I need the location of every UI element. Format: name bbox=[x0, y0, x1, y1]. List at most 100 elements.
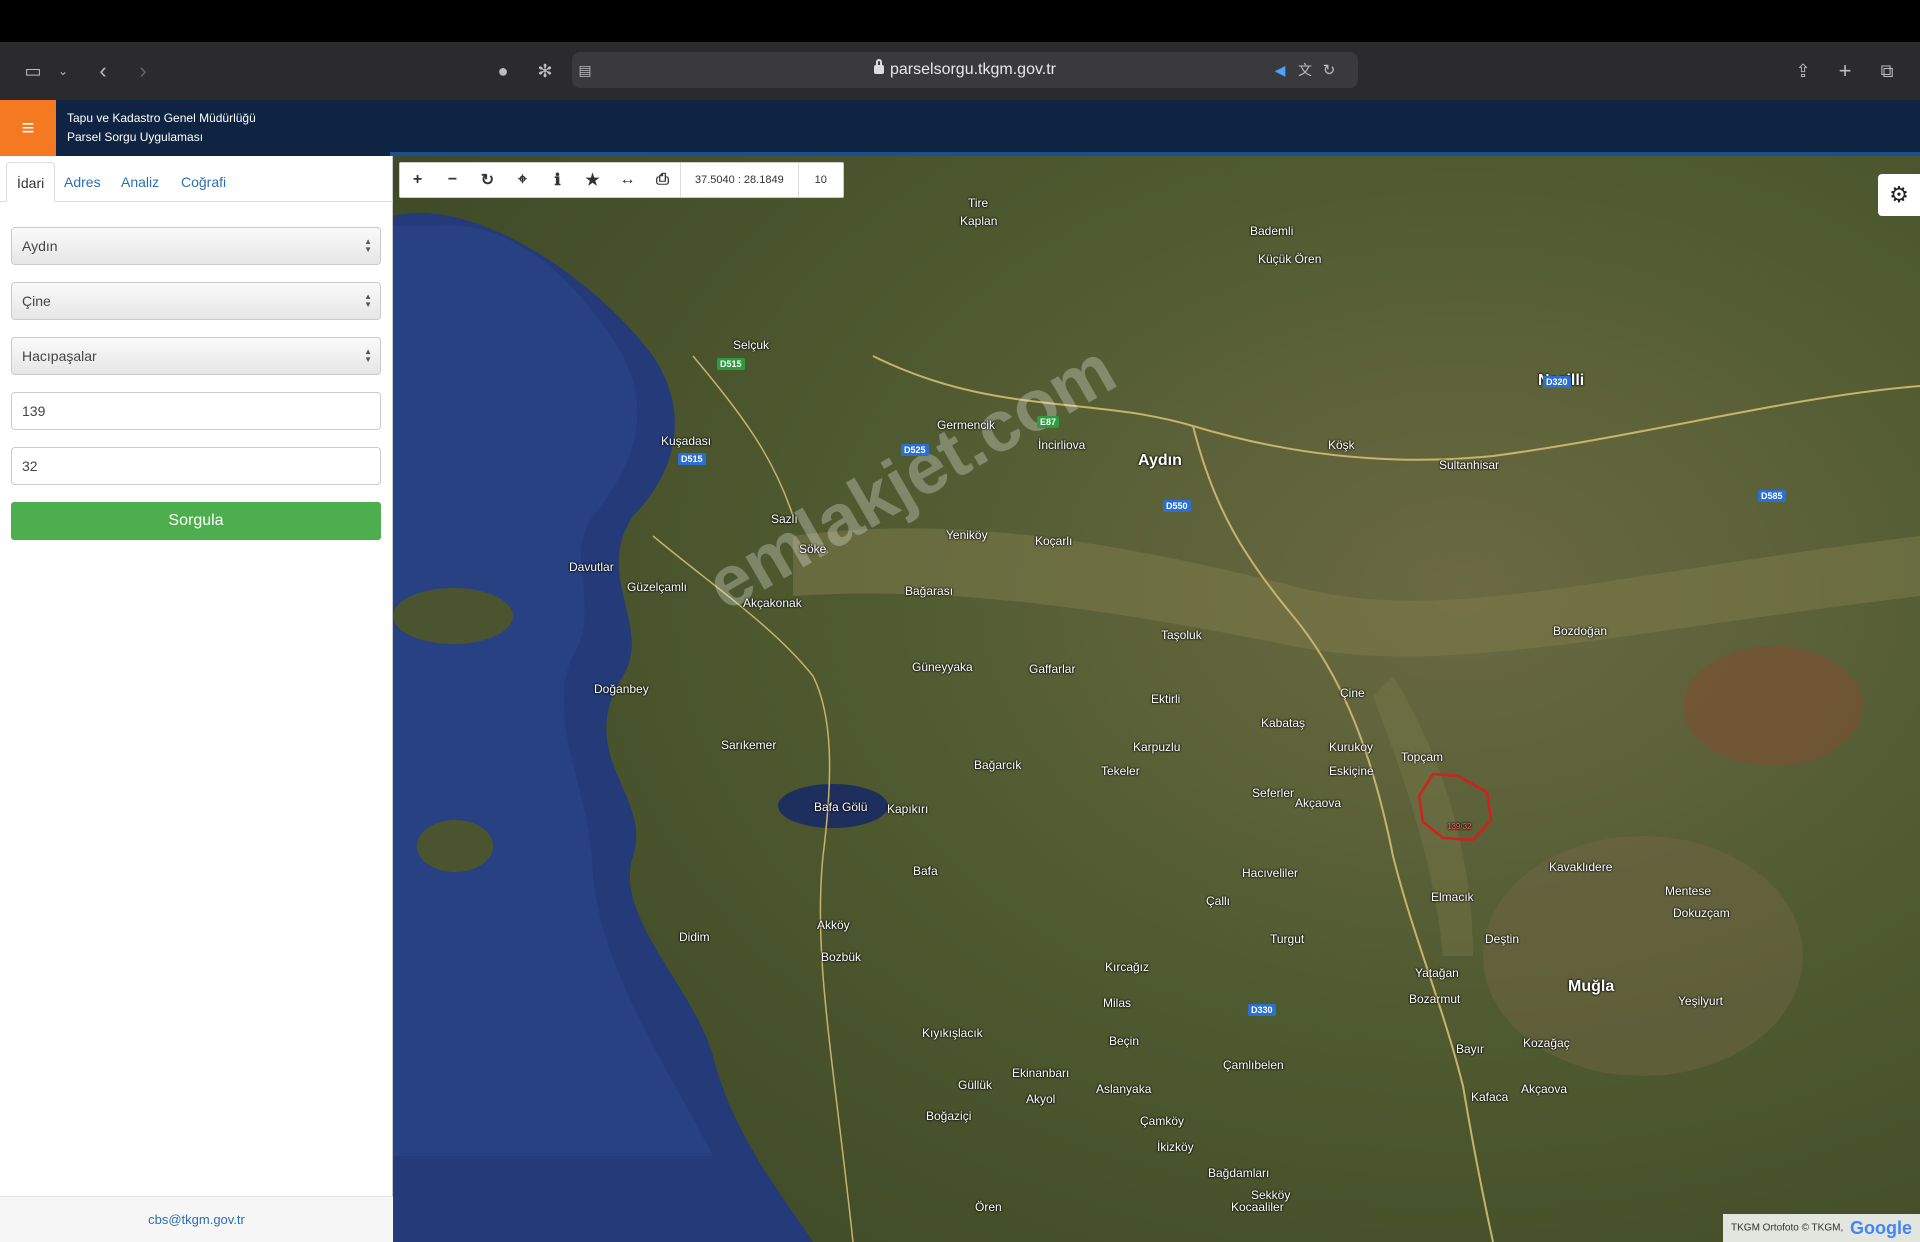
place-label: Kocaaliler bbox=[1231, 1200, 1284, 1214]
parsel-input[interactable]: 32 bbox=[11, 447, 381, 485]
place-label: Sazlı bbox=[771, 512, 798, 526]
place-label: Bafa bbox=[913, 864, 938, 878]
url-text: parselsorgu.tkgm.gov.tr bbox=[890, 61, 1056, 78]
il-select[interactable]: Aydın ▲ ▼ bbox=[11, 227, 381, 265]
place-label: İncirliova bbox=[1038, 438, 1086, 452]
place-label: Karpuzlu bbox=[1133, 740, 1181, 754]
place-label: Bozarmut bbox=[1409, 992, 1461, 1006]
app-title-line2: Parsel Sorgu Uygulaması bbox=[67, 130, 204, 144]
place-label: Bafa Gölü bbox=[814, 800, 868, 814]
place-label: Kıyıkışlacık bbox=[922, 1026, 983, 1040]
place-label: Kozağaç bbox=[1523, 1036, 1570, 1050]
zoom-in-icon[interactable]: + bbox=[400, 163, 435, 197]
tab-cografi[interactable]: Coğrafi bbox=[171, 162, 236, 202]
ada-input[interactable]: 139 bbox=[11, 392, 381, 430]
place-label: Mentese bbox=[1665, 884, 1712, 898]
place-label: Germencik bbox=[937, 418, 996, 432]
place-label: Köşk bbox=[1328, 438, 1355, 452]
sorgula-button[interactable]: Sorgula bbox=[11, 502, 381, 540]
place-label: Çine bbox=[1340, 686, 1365, 700]
select-arrows-icon: ▲ ▼ bbox=[364, 237, 372, 254]
place-label: Bayır bbox=[1456, 1042, 1485, 1056]
star-icon[interactable]: ★ bbox=[575, 163, 610, 197]
reload-icon[interactable]: ↻ bbox=[1314, 55, 1344, 85]
place-label: Turgut bbox=[1270, 932, 1305, 946]
place-label: Kabataş bbox=[1261, 716, 1306, 730]
place-label: Bozbük bbox=[821, 950, 862, 964]
place-label: Yeniköy bbox=[946, 528, 988, 542]
map-view[interactable]: emlakjet.com Aydın Nazilli Muğla Kuşadas… bbox=[393, 156, 1920, 1242]
ada-value: 139 bbox=[22, 403, 46, 419]
place-label: Akyol bbox=[1026, 1092, 1056, 1106]
map-attribution: TKGM Ortofoto © TKGM, Google bbox=[1723, 1214, 1920, 1242]
place-label: Kafaca bbox=[1471, 1090, 1509, 1104]
zoom-out-icon[interactable]: − bbox=[435, 163, 470, 197]
extension-icon[interactable]: ✻ bbox=[530, 56, 560, 86]
place-label: Akköy bbox=[817, 918, 850, 932]
place-label: Dokuzçam bbox=[1673, 906, 1730, 920]
place-label: Muğla bbox=[1568, 978, 1615, 995]
locate-icon[interactable]: ⌖ bbox=[505, 163, 540, 197]
place-label: Boğaziçi bbox=[926, 1109, 972, 1123]
query-sidebar: İdari Adres Analiz Coğrafi Aydın ▲ ▼ Çine… bbox=[0, 156, 393, 1242]
app-title: Tapu ve Kadastro Genel Müdürlüğü Parsel … bbox=[67, 109, 256, 147]
road-shield: D585 bbox=[1758, 490, 1786, 502]
place-label: Taşoluk bbox=[1161, 628, 1202, 642]
measure-icon[interactable]: ↔ bbox=[610, 163, 645, 197]
place-label: Küçük Ören bbox=[1258, 252, 1322, 266]
place-label: Yeşilyurt bbox=[1678, 994, 1723, 1008]
tab-idari[interactable]: İdari bbox=[6, 162, 56, 202]
place-label: Didim bbox=[679, 930, 710, 944]
place-label: Milas bbox=[1103, 996, 1132, 1010]
place-label: Seferler bbox=[1252, 786, 1295, 800]
forward-icon[interactable]: › bbox=[128, 56, 158, 86]
mahalle-select[interactable]: Hacıpaşalar ▲ ▼ bbox=[11, 337, 381, 375]
ilce-value: Çine bbox=[22, 293, 51, 309]
chevron-down-icon[interactable]: ⌄ bbox=[48, 56, 78, 86]
place-label: Güneyyaka bbox=[912, 660, 973, 674]
coordinate-readout: 37.5040 : 28.1849 bbox=[680, 163, 798, 197]
place-label: Çamköy bbox=[1140, 1114, 1185, 1128]
place-label: Güllük bbox=[958, 1078, 993, 1092]
ilce-select[interactable]: Çine ▲ ▼ bbox=[11, 282, 381, 320]
menu-icon[interactable]: ≡ bbox=[0, 100, 56, 156]
place-label: Bozdoğan bbox=[1553, 624, 1608, 638]
place-label: Ören bbox=[975, 1200, 1002, 1214]
info-icon[interactable]: ℹ bbox=[540, 163, 575, 197]
place-label: Akçaova bbox=[1521, 1082, 1568, 1096]
address-bar[interactable]: ▤ parselsorgu.tkgm.gov.tr ◀ 文 ↻ bbox=[572, 52, 1358, 88]
share-icon[interactable]: ⇪ bbox=[1788, 56, 1818, 86]
app-title-line1: Tapu ve Kadastro Genel Müdürlüğü bbox=[67, 111, 256, 125]
place-label: Sultanhisar bbox=[1439, 458, 1500, 472]
back-icon[interactable]: ‹ bbox=[88, 56, 118, 86]
new-tab-icon[interactable]: + bbox=[1830, 56, 1860, 86]
footer-email-link[interactable]: cbs@tkgm.gov.tr bbox=[0, 1196, 393, 1242]
place-label: Doğanbey bbox=[594, 682, 649, 696]
place-label: Kırcağız bbox=[1105, 960, 1150, 974]
refresh-icon[interactable]: ↻ bbox=[470, 163, 505, 197]
tab-analiz[interactable]: Analiz bbox=[111, 162, 169, 202]
place-label: Bademli bbox=[1250, 224, 1294, 238]
place-label: Koçarlı bbox=[1035, 534, 1073, 548]
place-label: Ekinanbarı bbox=[1012, 1066, 1070, 1080]
browser-toolbar: ▭ ⌄ ‹ › ● ✻ ▤ parselsorgu.tkgm.gov.tr ◀ … bbox=[0, 42, 1920, 100]
place-label: Ektirli bbox=[1151, 692, 1181, 706]
place-label: Eskiçine bbox=[1329, 764, 1374, 778]
place-label: Beçin bbox=[1109, 1034, 1140, 1048]
shield-icon[interactable]: ● bbox=[488, 56, 518, 86]
road-shield: D515 bbox=[678, 453, 706, 465]
road-shield: D515 bbox=[717, 358, 745, 370]
place-label: Topçam bbox=[1401, 750, 1444, 764]
sidebar-toggle-icon[interactable]: ▭ bbox=[18, 56, 48, 86]
tab-adres[interactable]: Adres bbox=[54, 162, 111, 202]
road-shield: E87 bbox=[1037, 416, 1060, 428]
place-label: Kuşadası bbox=[661, 434, 712, 448]
gear-icon[interactable]: ⚙ bbox=[1878, 174, 1920, 216]
place-label: Aslanyaka bbox=[1096, 1082, 1152, 1096]
tabs-overview-icon[interactable]: ⧉ bbox=[1872, 56, 1902, 86]
print-icon[interactable]: ⎙ bbox=[645, 163, 680, 197]
place-label: Bağarcık bbox=[974, 758, 1022, 772]
parcel-label: 139/32 bbox=[1447, 822, 1472, 831]
place-label: Selçuk bbox=[733, 338, 770, 352]
place-label: Çallı bbox=[1206, 894, 1231, 908]
